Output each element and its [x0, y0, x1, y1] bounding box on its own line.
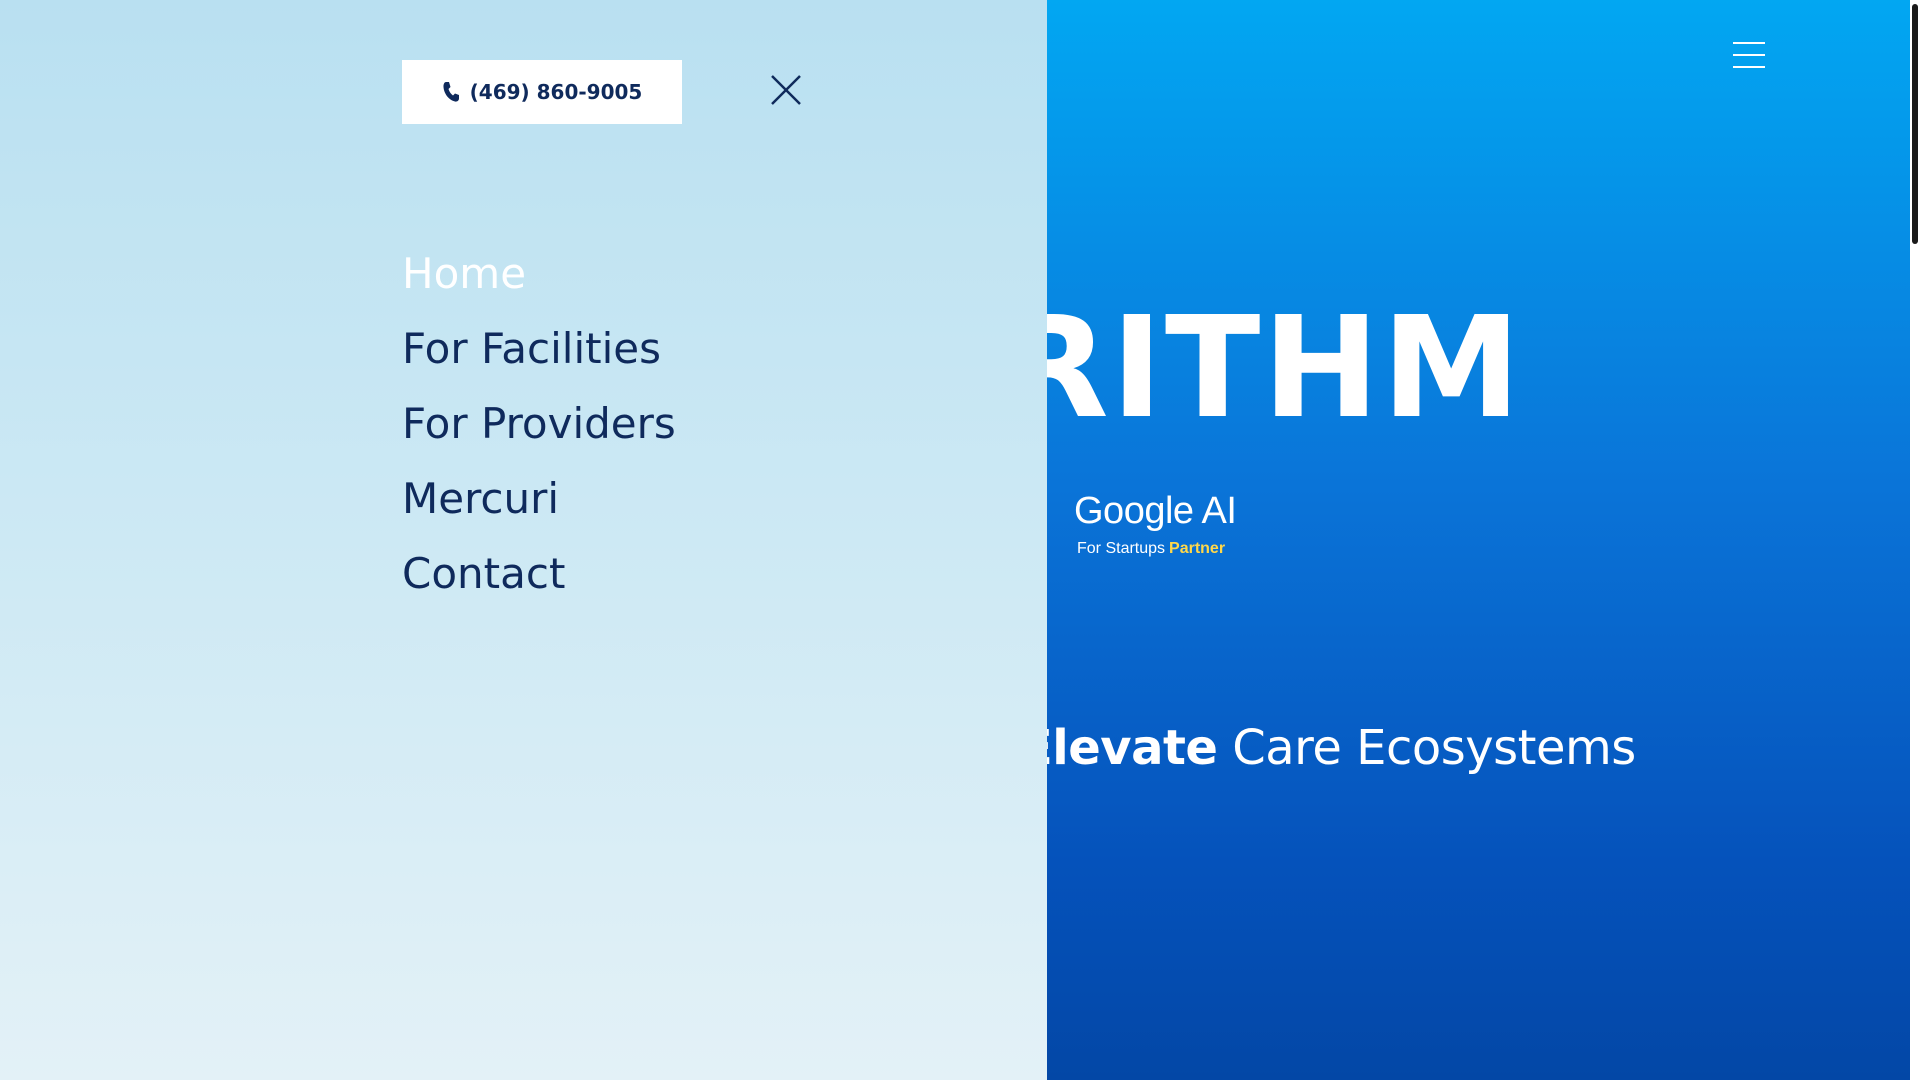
phone-label: (469) 860-9005 — [469, 80, 643, 104]
partner-accent-text: Partner — [1169, 540, 1226, 557]
partner-subtitle: For Startups Partner — [1077, 540, 1225, 558]
hero-tagline: Elevate Care Ecosystems — [1020, 720, 1636, 776]
nav-item-for-providers[interactable]: For Providers — [402, 392, 676, 467]
nav-item-home[interactable]: Home — [402, 242, 676, 317]
scrollbar-thumb[interactable] — [1912, 4, 1918, 244]
tagline-rest: Care Ecosystems — [1217, 720, 1636, 776]
hamburger-icon[interactable] — [1733, 42, 1765, 72]
page: ORITHM Google AI For Startups Partner Ele… — [0, 0, 1920, 1080]
nav-item-for-facilities[interactable]: For Facilities — [402, 317, 676, 392]
close-icon[interactable] — [770, 74, 802, 106]
partner-title: Google AI — [1074, 490, 1237, 532]
tagline-bold: Elevate — [1020, 720, 1218, 776]
nav-item-mercuri[interactable]: Mercuri — [402, 467, 676, 542]
nav-menu-panel: (469) 860-9005 Home For Facilities For P… — [0, 0, 1047, 1080]
scrollbar[interactable] — [1910, 0, 1920, 1080]
nav-list: Home For Facilities For Providers Mercur… — [402, 242, 676, 617]
partner-sub-text: For Startups — [1077, 540, 1166, 557]
phone-icon — [443, 82, 459, 102]
phone-button[interactable]: (469) 860-9005 — [402, 60, 682, 124]
nav-item-contact[interactable]: Contact — [402, 542, 676, 617]
